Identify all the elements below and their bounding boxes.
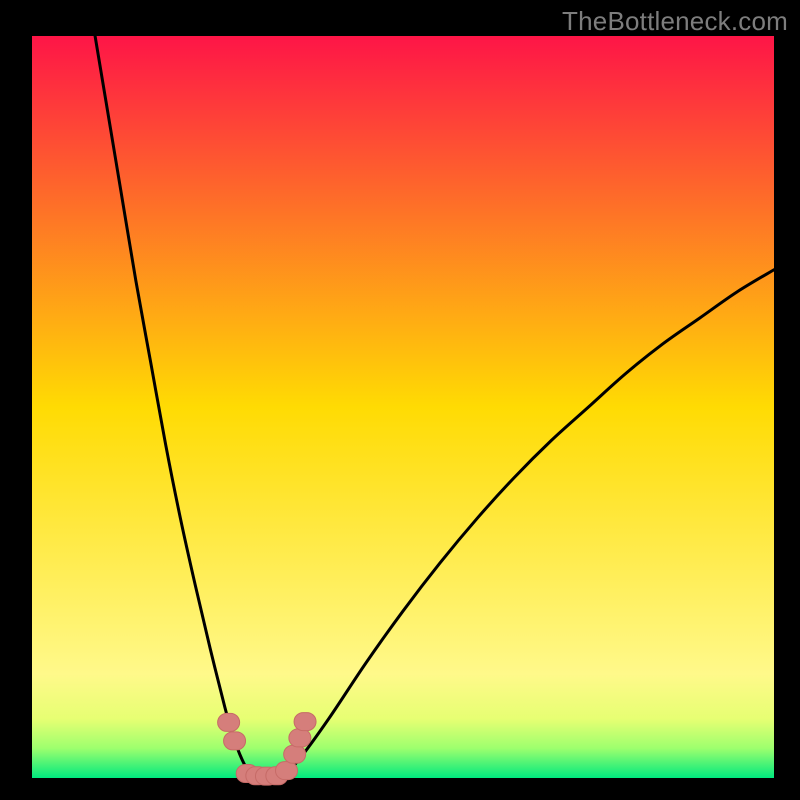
curve-marker (276, 762, 298, 780)
curve-marker (289, 729, 311, 747)
bottleneck-chart (0, 0, 800, 800)
curve-marker (284, 745, 306, 763)
watermark-text: TheBottleneck.com (562, 6, 788, 37)
curve-marker (218, 713, 240, 731)
curve-marker (294, 713, 316, 731)
chart-frame: TheBottleneck.com (0, 0, 800, 800)
plot-background (32, 36, 774, 778)
curve-marker (224, 732, 246, 750)
